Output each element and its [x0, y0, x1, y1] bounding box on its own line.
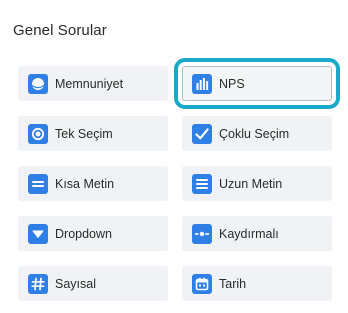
tile-label: Dropdown	[55, 226, 112, 241]
tile-label: Sayısal	[55, 276, 96, 291]
question-type-nps[interactable]: NPS	[174, 58, 340, 109]
radio-icon	[28, 123, 48, 144]
section-title: Genel Sorular	[13, 22, 107, 39]
tile-label: Kısa Metin	[55, 176, 115, 191]
hash-icon	[28, 273, 48, 294]
short-text-icon	[28, 173, 48, 194]
calendar-icon	[192, 273, 212, 294]
question-type-memnuniyet[interactable]: Memnuniyet	[18, 66, 168, 101]
tile-label: NPS	[219, 76, 245, 91]
tile-label: Tarih	[219, 276, 247, 291]
question-type-kisa-metin[interactable]: Kısa Metin	[18, 166, 168, 201]
question-type-sayisal[interactable]: Sayısal	[18, 266, 168, 301]
question-type-uzun-metin[interactable]: Uzun Metin	[182, 166, 332, 201]
question-type-dropdown[interactable]: Dropdown	[18, 216, 168, 251]
checkmark-icon	[192, 123, 212, 144]
bar-chart-icon	[192, 73, 212, 94]
dropdown-arrow-icon	[28, 223, 48, 244]
tile-label: Çoklu Seçim	[219, 126, 290, 141]
question-type-coklu-secim[interactable]: Çoklu Seçim	[182, 116, 332, 151]
tile-label: Uzun Metin	[219, 176, 283, 191]
tile-label: Kaydırmalı	[219, 226, 279, 241]
question-type-kaydirmali[interactable]: Kaydırmalı	[182, 216, 332, 251]
tile-label: Memnuniyet	[55, 76, 124, 91]
general-questions-panel: Genel Sorular Memnuniyet NPS Tek Seçim Ç…	[0, 0, 348, 313]
question-type-tarih[interactable]: Tarih	[182, 266, 332, 301]
slider-icon	[192, 223, 212, 244]
smiley-icon	[28, 73, 48, 94]
question-type-tek-secim[interactable]: Tek Seçim	[18, 116, 168, 151]
question-type-grid: Memnuniyet NPS Tek Seçim Çoklu Seçim Kıs…	[18, 58, 340, 301]
tile-label: Tek Seçim	[55, 126, 113, 141]
long-text-icon	[192, 173, 212, 194]
